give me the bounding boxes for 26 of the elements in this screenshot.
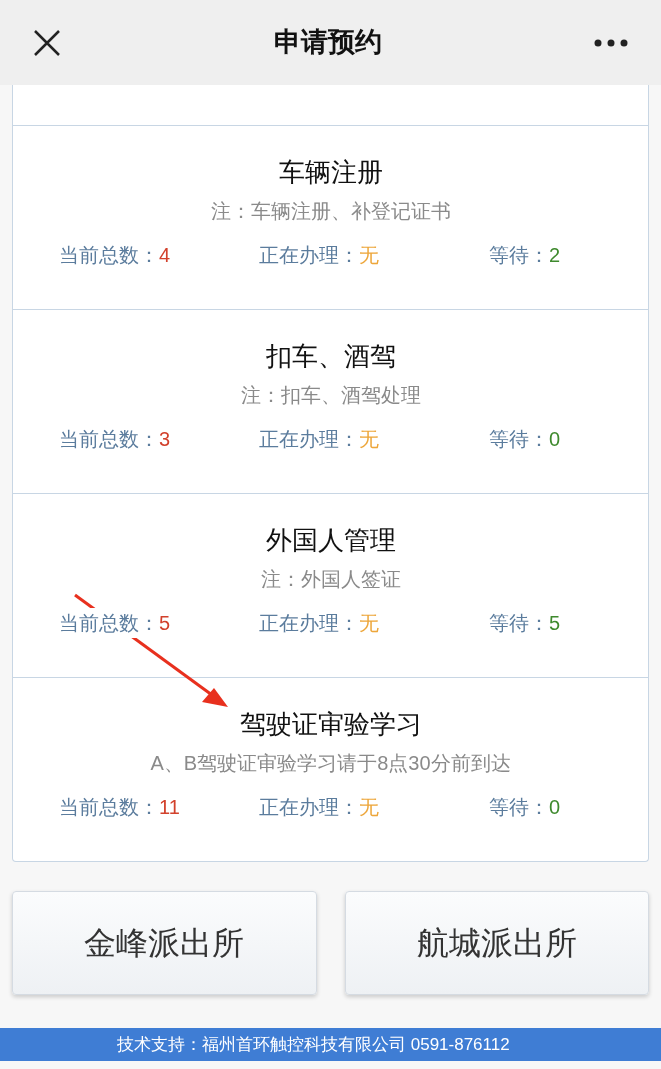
service-note: 注：扣车、酒驾处理 [240, 383, 421, 408]
station-button[interactable]: 金峰派出所 [12, 891, 317, 995]
service-title[interactable]: 外国人管理 [265, 520, 396, 560]
service-note: 注：车辆注册、补登记证书 [210, 199, 451, 224]
footer-text: 技术支持：福州首环触控科技有限公司 0591-876112 [117, 1033, 510, 1056]
close-icon[interactable] [33, 28, 61, 57]
more-icon[interactable] [594, 38, 628, 47]
stat-value: 无 [359, 427, 379, 452]
page-title: 申请预约 [273, 26, 382, 60]
stat-value: 5 [159, 611, 171, 636]
stat-value: 3 [159, 427, 171, 452]
service-title[interactable]: 扣车、酒驾 [265, 336, 396, 376]
stat-value: 5 [549, 611, 561, 636]
stat-value: 无 [359, 611, 379, 636]
stat-value: 无 [359, 243, 379, 268]
stat-value: 0 [549, 427, 561, 452]
stat-value: 0 [549, 795, 561, 820]
stat-value: 4 [159, 243, 171, 268]
service-note: A、B驾驶证审验学习请于8点30分前到达 [150, 751, 511, 776]
stat-value: 2 [549, 243, 561, 268]
stat-value: 无 [359, 795, 379, 820]
stat-value: 11 [159, 795, 180, 820]
service-note: 注：外国人签证 [260, 567, 401, 592]
service-title[interactable]: 驾驶证审验学习 [239, 704, 422, 744]
station-button[interactable]: 航城派出所 [344, 891, 649, 995]
service-title[interactable]: 车辆注册 [278, 152, 383, 192]
